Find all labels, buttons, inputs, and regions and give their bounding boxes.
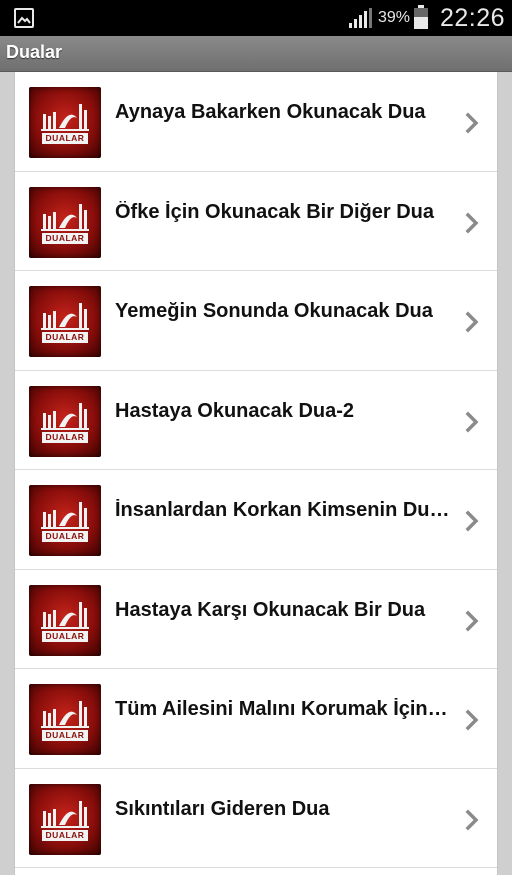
dualar-logo-thumbnail: DUALAR (29, 87, 101, 158)
list-item-title: Sıkıntıları Gideren Dua (115, 797, 330, 820)
list-item-title: Tüm Ailesini Malını Korumak İçin Dua (115, 698, 451, 720)
thumb-label: DUALAR (42, 232, 88, 244)
dualar-logo-thumbnail: DUALAR (29, 783, 101, 855)
list-item-title: Hastaya Karşı Okunacak Bir Dua (115, 598, 426, 621)
list-item[interactable]: DUALAR Tüm Ailesini Malını Korumak İçin D… (15, 669, 497, 769)
thumb-label: DUALAR (42, 531, 88, 542)
list-item-title: Hastaya Okunacak Dua-2 (115, 399, 355, 422)
battery-percent: 39% (378, 9, 411, 26)
thumb-label: DUALAR (42, 133, 88, 144)
image-icon (14, 8, 34, 28)
dua-list[interactable]: DUALAR Aynaya Bakarken Okunacak Dua DUALAR… (14, 72, 498, 875)
list-item[interactable]: DUALAR Aynaya Bakarken Okunacak Dua (15, 72, 497, 172)
chevron-right-icon (465, 610, 479, 637)
dualar-logo-thumbnail: DUALAR (29, 286, 101, 357)
dualar-logo-thumbnail: DUALAR (29, 485, 101, 556)
dualar-logo-thumbnail: DUALAR (29, 684, 101, 755)
chevron-right-icon (465, 112, 479, 139)
list-item-title: Yemeğin Sonunda Okunacak Dua (115, 300, 433, 322)
list-item-title: Aynaya Bakarken Okunacak Dua (115, 101, 426, 123)
thumb-label: DUALAR (42, 829, 88, 841)
list-item[interactable]: DUALAR İnsanlardan Korkan Kimsenin Duası (15, 470, 497, 570)
thumb-label: DUALAR (42, 730, 88, 741)
thumb-label: DUALAR (42, 630, 88, 642)
list-item[interactable]: DUALAR Hastaya Okunacak Dua-2 (15, 371, 497, 470)
chevron-right-icon (465, 510, 479, 537)
list-item[interactable]: DUALAR Yemeğin Sonunda Okunacak Dua (15, 271, 497, 371)
thumb-label: DUALAR (42, 332, 88, 343)
app-title: Dualar (6, 42, 63, 62)
chevron-right-icon (465, 311, 479, 338)
action-bar: Dualar (0, 36, 512, 72)
list-item[interactable]: DUALAR Sıkıntıları Gideren Dua (15, 769, 497, 868)
chevron-right-icon (465, 411, 479, 438)
list-item-title: İnsanlardan Korkan Kimsenin Duası (115, 499, 451, 521)
signal-icon (349, 8, 372, 28)
thumb-label: DUALAR (42, 431, 88, 443)
status-bar: 39% 22:26 (0, 0, 512, 36)
dualar-logo-thumbnail: DUALAR (29, 186, 101, 258)
dualar-logo-thumbnail: DUALAR (29, 385, 101, 457)
clock: 22:26 (440, 4, 506, 32)
chevron-right-icon (465, 809, 479, 836)
battery-icon (414, 5, 428, 29)
chevron-right-icon (465, 709, 479, 736)
list-item-title: Öfke İçin Okunacak Bir Diğer Dua (115, 200, 434, 223)
chevron-right-icon (465, 212, 479, 239)
list-item[interactable]: DUALAR Öfke İçin Okunacak Bir Diğer Dua (15, 172, 497, 271)
list-item[interactable]: DUALAR Hastaya Karşı Okunacak Bir Dua (15, 570, 497, 669)
dualar-logo-thumbnail: DUALAR (29, 584, 101, 656)
